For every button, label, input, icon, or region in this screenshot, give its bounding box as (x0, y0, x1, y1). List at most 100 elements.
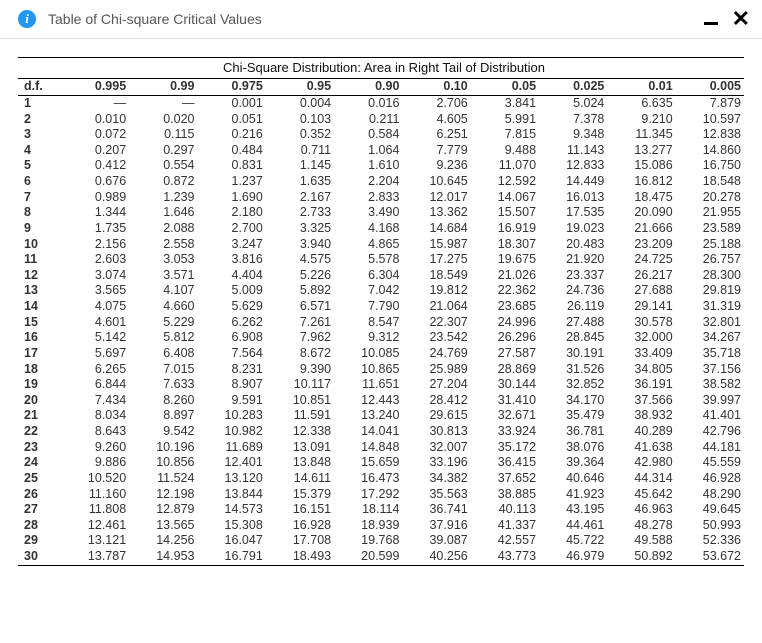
cell: 9.312 (334, 330, 402, 346)
row-df: 9 (18, 221, 61, 237)
cell: 2.558 (129, 237, 197, 253)
cell: 1.239 (129, 190, 197, 206)
cell: 18.939 (334, 518, 402, 534)
cell: 34.805 (607, 362, 675, 378)
cell: 11.160 (61, 487, 129, 503)
cell: 16.473 (334, 471, 402, 487)
table-row: 207.4348.2609.59110.85112.44328.41231.41… (18, 393, 744, 409)
minimize-button[interactable] (704, 22, 718, 25)
cell: 5.991 (471, 112, 539, 128)
cell: 15.987 (402, 237, 470, 253)
cell: 5.229 (129, 315, 197, 331)
cell: 7.378 (539, 112, 607, 128)
col-header: 0.975 (197, 79, 265, 96)
cell: 10.117 (266, 377, 334, 393)
cell: 19.768 (334, 533, 402, 549)
cell: 4.660 (129, 299, 197, 315)
cell: 45.559 (676, 455, 744, 471)
cell: 1.690 (197, 190, 265, 206)
cell: 14.067 (471, 190, 539, 206)
cell: 0.584 (334, 127, 402, 143)
content-area: Chi-Square Distribution: Area in Right T… (0, 39, 762, 584)
window-title: Table of Chi-square Critical Values (48, 11, 692, 27)
cell: 28.845 (539, 330, 607, 346)
cell: 30.191 (539, 346, 607, 362)
table-row: 50.4120.5540.8311.1451.6109.23611.07012.… (18, 158, 744, 174)
row-df: 10 (18, 237, 61, 253)
table-row: 175.6976.4087.5648.67210.08524.76927.587… (18, 346, 744, 362)
cell: 10.196 (129, 440, 197, 456)
cell: 12.401 (197, 455, 265, 471)
cell: 13.120 (197, 471, 265, 487)
cell: 35.479 (539, 408, 607, 424)
cell: 45.722 (539, 533, 607, 549)
row-df: 18 (18, 362, 61, 378)
cell: 22.362 (471, 283, 539, 299)
table-row: 102.1562.5583.2473.9404.86515.98718.3072… (18, 237, 744, 253)
col-header: 0.99 (129, 79, 197, 96)
cell: 9.886 (61, 455, 129, 471)
row-df: 15 (18, 315, 61, 331)
cell: 0.412 (61, 158, 129, 174)
table-row: 249.88610.85612.40113.84815.65933.19636.… (18, 455, 744, 471)
cell: 17.708 (266, 533, 334, 549)
cell: 8.672 (266, 346, 334, 362)
cell: 11.345 (607, 127, 675, 143)
cell: 2.603 (61, 252, 129, 268)
table-row: 112.6033.0533.8164.5755.57817.27519.6752… (18, 252, 744, 268)
cell: 1.635 (266, 174, 334, 190)
col-header: 0.995 (61, 79, 129, 96)
cell: 32.000 (607, 330, 675, 346)
cell: 1.344 (61, 205, 129, 221)
row-header-label: d.f. (18, 79, 61, 96)
cell: 31.526 (539, 362, 607, 378)
cell: 18.307 (471, 237, 539, 253)
cell: 40.113 (471, 502, 539, 518)
cell: 49.588 (607, 533, 675, 549)
cell: 20.599 (334, 549, 402, 565)
row-df: 16 (18, 330, 61, 346)
cell: 40.646 (539, 471, 607, 487)
cell: 9.542 (129, 424, 197, 440)
cell: 36.191 (607, 377, 675, 393)
cell: 9.348 (539, 127, 607, 143)
cell: 14.256 (129, 533, 197, 549)
cell: 39.087 (402, 533, 470, 549)
cell: 7.779 (402, 143, 470, 159)
cell: 28.869 (471, 362, 539, 378)
cell: 43.773 (471, 549, 539, 565)
cell: 17.292 (334, 487, 402, 503)
cell: 12.879 (129, 502, 197, 518)
cell: 5.009 (197, 283, 265, 299)
cell: 18.114 (334, 502, 402, 518)
close-button[interactable]: ✕ (732, 8, 750, 30)
cell: 37.156 (676, 362, 744, 378)
cell: 15.659 (334, 455, 402, 471)
cell: 2.180 (197, 205, 265, 221)
cell: 4.865 (334, 237, 402, 253)
cell: 11.591 (266, 408, 334, 424)
table-row: 1——0.0010.0040.0162.7063.8415.0246.6357.… (18, 95, 744, 111)
cell: 27.587 (471, 346, 539, 362)
cell: 0.016 (334, 95, 402, 111)
table-row: 133.5654.1075.0095.8927.04219.81222.3622… (18, 283, 744, 299)
cell: 14.684 (402, 221, 470, 237)
cell: 3.571 (129, 268, 197, 284)
cell: 25.188 (676, 237, 744, 253)
cell: 5.024 (539, 95, 607, 111)
cell: 12.198 (129, 487, 197, 503)
cell: 7.042 (334, 283, 402, 299)
row-df: 19 (18, 377, 61, 393)
cell: 26.119 (539, 299, 607, 315)
cell: 6.408 (129, 346, 197, 362)
cell: 30.578 (607, 315, 675, 331)
cell: 15.086 (607, 158, 675, 174)
cell: 7.564 (197, 346, 265, 362)
cell: 9.236 (402, 158, 470, 174)
cell: 0.711 (266, 143, 334, 159)
cell: 7.434 (61, 393, 129, 409)
cell: 7.879 (676, 95, 744, 111)
table-row: 2510.52011.52413.12014.61116.47334.38237… (18, 471, 744, 487)
cell: 0.352 (266, 127, 334, 143)
cell: 1.145 (266, 158, 334, 174)
